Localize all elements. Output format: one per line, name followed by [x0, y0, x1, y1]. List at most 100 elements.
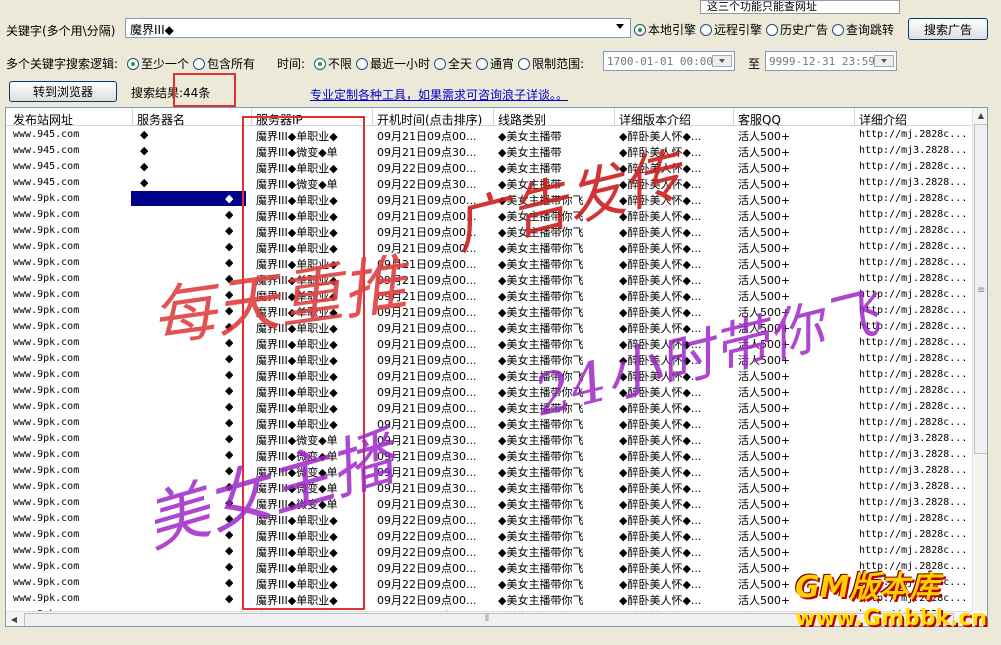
cell-ip: 魔界III◆微变◆单	[256, 450, 338, 463]
vertical-scroll-thumb[interactable]	[974, 124, 987, 454]
cell-name: ◆	[225, 384, 234, 397]
column-divider[interactable]	[372, 108, 373, 126]
date-to-field[interactable]: 9999-12-31 23:59	[765, 51, 897, 71]
keyword-input[interactable]: 魔界III◆	[125, 18, 631, 38]
radio-icon[interactable]	[634, 24, 646, 36]
cell-intro: http://mj.2828c...	[859, 529, 968, 540]
table-row[interactable]: www.9pk.com ◆ 魔界III◆单职业◆ 09月22日09点00... ◆美女主…	[6, 591, 972, 607]
cell-intro: http://mj.2828c...	[859, 225, 968, 236]
table-row[interactable]: www.9pk.com ◆ 魔界III◆微变◆单 09月21日09点30... ◆美女主…	[6, 479, 972, 495]
column-header[interactable]: 发布站网址	[13, 111, 73, 128]
column-header[interactable]: 服务器名	[137, 111, 185, 128]
engine-radio-3[interactable]: 查询跳转	[832, 23, 894, 37]
engine-radio-1[interactable]: 远程引擎	[700, 23, 762, 37]
radio-icon[interactable]	[193, 58, 206, 70]
chevron-down-icon[interactable]	[616, 24, 624, 29]
radio-icon[interactable]	[700, 24, 713, 36]
promo-link[interactable]: 专业定制各种工具，如果需求可咨询浪子详谈。。	[310, 86, 568, 103]
cell-ver: ◆醉卧美人怀◆...	[619, 578, 702, 591]
scroll-up-icon[interactable]: ▲	[974, 109, 987, 123]
column-divider[interactable]	[251, 108, 252, 126]
radio-icon[interactable]	[476, 58, 489, 70]
column-divider[interactable]	[614, 108, 615, 126]
time-radio-2[interactable]: 全天	[434, 57, 472, 71]
search-ads-button[interactable]: 搜索广告	[908, 18, 988, 40]
table-row[interactable]: www.9pk.com ◆ 魔界III◆单职业◆ 09月21日09点00... ◆美女主…	[6, 319, 972, 335]
logic-radio-1[interactable]: 包含所有	[193, 57, 255, 71]
table-row[interactable]: www.9pk.com ◆ 魔界III◆单职业◆ 09月22日09点00... ◆美女主…	[6, 511, 972, 527]
cell-url: www.9pk.com	[13, 257, 80, 268]
logic-radio-0[interactable]: 至少一个	[127, 57, 189, 71]
cell-url: www.945.com	[13, 177, 80, 188]
horizontal-scrollbar[interactable]: ◀ ▶	[6, 611, 972, 626]
scroll-right-icon[interactable]: ▶	[956, 613, 970, 626]
column-divider[interactable]	[132, 108, 133, 126]
table-row[interactable]: www.9pk.com ◆ 魔界III◆微变◆单 09月21日09点30... ◆美女主…	[6, 447, 972, 463]
engine-radio-2[interactable]: 历史广告	[766, 23, 828, 37]
table-row[interactable]: www.9pk.com ◆ 魔界III◆单职业◆ 09月22日09点00... ◆美女主…	[6, 559, 972, 575]
column-header[interactable]: 详细版本介绍	[619, 111, 691, 128]
table-row[interactable]: www.9pk.com ◆ 魔界III◆单职业◆ 09月21日09点00... ◆美女主…	[6, 255, 972, 271]
cell-name: ◆	[225, 208, 234, 221]
table-row[interactable]: www.9pk.com ◆ 魔界III◆微变◆单 09月21日09点30... ◆美女主…	[6, 463, 972, 479]
table-row[interactable]: www.9pk.com ◆ 魔界III◆单职业◆ 09月21日09点00... ◆美女主…	[6, 287, 972, 303]
table-row[interactable]: www.9pk.com ◆ 魔界III◆单职业◆ 09月21日09点00... ◆美女主…	[6, 223, 972, 239]
column-divider[interactable]	[733, 108, 734, 126]
table-row[interactable]: www.9pk.com ◆ 魔界III◆单职业◆ 09月21日09点00... ◆美女主…	[6, 415, 972, 431]
column-header[interactable]: 详细介绍	[859, 111, 907, 128]
cell-url: www.9pk.com	[13, 481, 80, 492]
table-row[interactable]: www.9pk.com ◆ 魔界III◆单职业◆ 09月21日09点00... ◆美女主…	[6, 351, 972, 367]
radio-icon[interactable]	[766, 24, 779, 36]
cell-qq: 活人500+	[738, 338, 791, 351]
table-row[interactable]: www.9pk.com ◆ 魔界III◆单职业◆ 09月22日09点00... ◆美女主…	[6, 527, 972, 543]
date-from-field[interactable]: 1700-01-01 00:00	[603, 51, 735, 71]
cell-intro: http://mj.2828c...	[859, 353, 968, 364]
radio-icon[interactable]	[314, 58, 326, 70]
column-header[interactable]: 客服QQ	[738, 111, 781, 128]
table-row[interactable]: www.9pk.com ◆ 魔界III◆单职业◆ 09月21日09点00... ◆美女主…	[6, 303, 972, 319]
table-row[interactable]: www.9pk.com ◆ 魔界III◆单职业◆ 09月21日09点00... ◆美女主…	[6, 239, 972, 255]
column-header[interactable]: 开机时间(点击排序)	[377, 111, 482, 128]
time-radio-3[interactable]: 通宵	[476, 57, 514, 71]
radio-icon[interactable]	[127, 58, 139, 70]
engine-radio-0[interactable]: 本地引擎	[634, 23, 696, 37]
table-row[interactable]: www.945.com ◆ 魔界III◆单职业◆ 09月22日09点00... ◆美女主…	[6, 159, 972, 175]
table-row[interactable]: www.945.com ◆ 魔界III◆微变◆单 09月21日09点30... ◆美女主…	[6, 143, 972, 159]
radio-icon[interactable]	[356, 58, 369, 70]
table-row[interactable]: www.9pk.com ◆ 魔界III◆微变◆单 09月21日09点30... ◆美女主…	[6, 431, 972, 447]
cell-ver: ◆醉卧美人怀◆...	[619, 242, 702, 255]
table-row[interactable]: www.9pk.com ◆ 魔界III◆微变◆单 09月21日09点30... ◆美女主…	[6, 495, 972, 511]
column-header[interactable]: 服务器IP	[256, 111, 303, 128]
radio-icon[interactable]	[832, 24, 845, 36]
cell-ip: 魔界III◆微变◆单	[256, 434, 338, 447]
cell-qq: 活人500+	[738, 242, 791, 255]
time-radio-4[interactable]: 限制范围:	[518, 57, 584, 71]
table-row[interactable]: www.9pk.com ◆ 魔界III◆单职业◆ 09月21日09点00... ◆美女主…	[6, 383, 972, 399]
table-row[interactable]: www.9pk.com ◆ 魔界III◆单职业◆ 09月21日09点00... ◆美女主…	[6, 335, 972, 351]
calendar-dropdown-icon[interactable]	[712, 55, 732, 67]
calendar-dropdown-icon[interactable]	[874, 55, 894, 67]
radio-icon[interactable]	[434, 58, 447, 70]
time-radio-0[interactable]: 不限	[314, 57, 352, 71]
cell-line: ◆美女主播带你飞	[498, 242, 584, 255]
table-row[interactable]: www.9pk.com ◆ 魔界III◆单职业◆ 09月22日09点00... ◆美女主…	[6, 575, 972, 591]
table-row[interactable]: www.9pk.com ◆ 魔界III◆单职业◆ 09月21日09点00... ◆美女主…	[6, 399, 972, 415]
table-row[interactable]: www.9pk.com ◆ 魔界III◆单职业◆ 09月21日09点00... ◆美女主…	[6, 191, 972, 207]
table-row[interactable]: www.9pk.com ◆ 魔界III◆单职业◆ 09月21日09点00... ◆美女主…	[6, 271, 972, 287]
column-header[interactable]: 线路类别	[498, 111, 546, 128]
cell-ver: ◆醉卧美人怀◆...	[619, 338, 702, 351]
column-divider[interactable]	[493, 108, 494, 126]
time-radio-1[interactable]: 最近一小时	[356, 57, 430, 71]
table-row[interactable]: www.9pk.com ◆ 魔界III◆单职业◆ 09月21日09点00... ◆美女主…	[6, 367, 972, 383]
table-row[interactable]: www.9pk.com ◆ 魔界III◆单职业◆ 09月22日09点00... ◆美女主…	[6, 543, 972, 559]
table-row[interactable]: www.945.com ◆ 魔界III◆微变◆单 09月22日09点30... ◆美女主…	[6, 175, 972, 191]
vertical-scrollbar[interactable]: ▲	[972, 108, 987, 611]
table-row[interactable]: www.945.com ◆ 魔界III◆单职业◆ 09月21日09点00... ◆美女主…	[6, 127, 972, 143]
go-to-browser-button[interactable]: 转到浏览器	[9, 81, 117, 102]
table-row[interactable]: www.9pk.com ◆ 魔界III◆单职业◆ 09月21日09点00... ◆美女主…	[6, 207, 972, 223]
column-divider[interactable]	[854, 108, 855, 126]
scroll-left-icon[interactable]: ◀	[7, 613, 21, 626]
horizontal-scroll-thumb[interactable]	[24, 613, 954, 626]
cell-line: ◆美女主播带你飞	[498, 594, 584, 607]
radio-icon[interactable]	[518, 58, 531, 70]
